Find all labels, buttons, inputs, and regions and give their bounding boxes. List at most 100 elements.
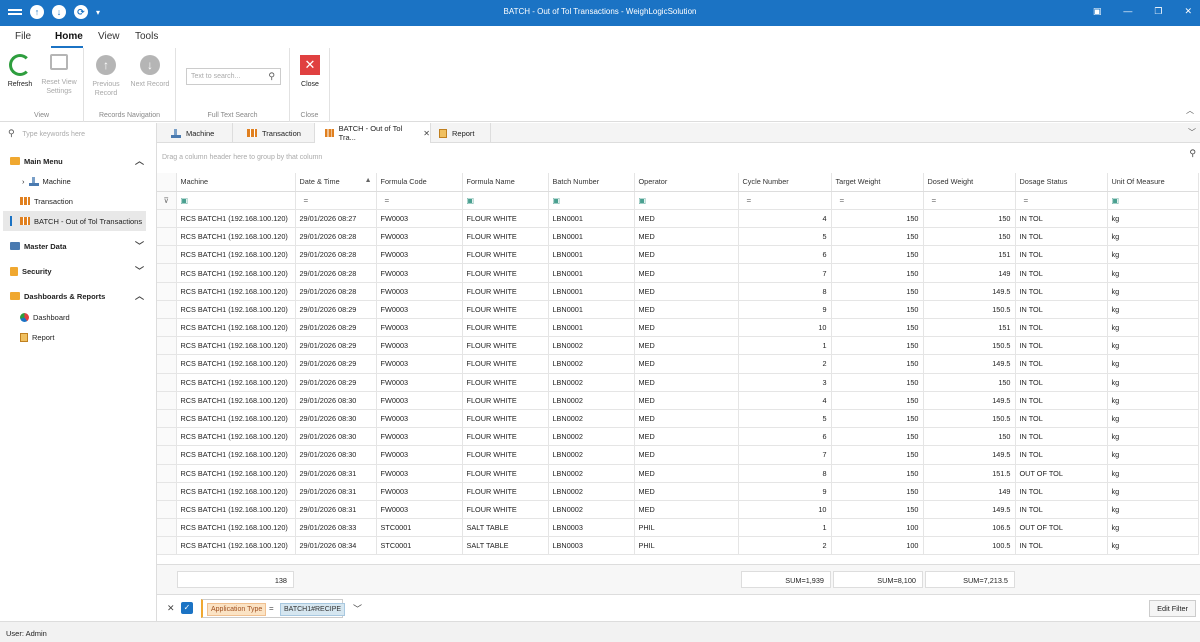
table-cell[interactable]: LBN0002 [548,354,635,374]
table-cell[interactable]: 4 [738,209,832,229]
table-cell[interactable]: RCS BATCH1 (192.168.100.120) [176,336,296,356]
table-cell[interactable]: kg [1107,209,1199,229]
table-cell[interactable]: kg [1107,427,1199,447]
refresh-button[interactable]: Refresh [3,54,37,89]
table-cell[interactable]: MED [634,227,739,247]
table-cell[interactable]: RCS BATCH1 (192.168.100.120) [176,300,296,320]
table-cell[interactable]: IN TOL [1015,209,1108,229]
table-cell[interactable]: OUT OF TOL [1015,518,1108,538]
table-cell[interactable]: FLOUR WHITE [462,282,549,301]
table-cell[interactable]: RCS BATCH1 (192.168.100.120) [176,482,296,501]
table-cell[interactable]: 149.5 [923,354,1016,374]
row-indicator[interactable] [157,500,177,520]
table-cell[interactable]: FLOUR WHITE [462,227,549,247]
row-indicator[interactable] [157,536,177,556]
table-cell[interactable]: LBN0002 [548,373,635,392]
table-cell[interactable]: MED [634,409,739,429]
table-cell[interactable]: FW0003 [376,318,463,338]
column-header[interactable]: Operator [634,173,739,192]
table-cell[interactable]: OUT OF TOL [1015,464,1108,483]
table-cell[interactable]: IN TOL [1015,536,1108,556]
table-cell[interactable]: RCS BATCH1 (192.168.100.120) [176,391,296,410]
row-indicator[interactable] [157,282,177,301]
filter-cell[interactable]: ▣ [634,191,739,210]
table-row[interactable]: RCS BATCH1 (192.168.100.120) 29/01/2026 0… [157,354,1199,374]
table-cell[interactable]: kg [1107,227,1199,247]
table-cell[interactable]: LBN0001 [548,209,635,229]
table-cell[interactable]: RCS BATCH1 (192.168.100.120) [176,282,296,301]
group-by-panel[interactable]: Drag a column header here to group by th… [157,143,1200,173]
filter-cell[interactable]: = [295,191,377,210]
table-cell[interactable]: 150 [831,227,924,247]
table-cell[interactable]: FW0003 [376,482,463,501]
table-cell[interactable]: IN TOL [1015,409,1108,429]
table-cell[interactable]: 29/01/2026 08:30 [295,427,377,447]
table-cell[interactable]: RCS BATCH1 (192.168.100.120) [176,427,296,447]
table-cell[interactable]: IN TOL [1015,427,1108,447]
table-cell[interactable]: MED [634,482,739,501]
filter-history-dropdown-icon[interactable]: ﹀ [353,602,362,615]
table-cell[interactable]: 7 [738,263,832,283]
table-cell[interactable]: 150 [831,300,924,320]
table-cell[interactable]: MED [634,500,739,520]
table-cell[interactable]: FW0003 [376,282,463,301]
table-cell[interactable]: 29/01/2026 08:29 [295,300,377,320]
table-cell[interactable]: FLOUR WHITE [462,464,549,483]
table-cell[interactable]: FLOUR WHITE [462,300,549,320]
table-cell[interactable]: 8 [738,464,832,483]
sidebar-item-transaction[interactable]: Transaction [20,194,73,208]
table-cell[interactable]: kg [1107,300,1199,320]
table-cell[interactable]: MED [634,427,739,447]
table-cell[interactable]: 29/01/2026 08:28 [295,282,377,301]
column-header[interactable]: Dosed Weight [923,173,1016,192]
next-record-button[interactable]: ↓ Next Record [128,54,172,89]
column-header[interactable]: Machine [176,173,296,192]
table-cell[interactable]: FLOUR WHITE [462,445,549,465]
column-header[interactable]: Formula Name [462,173,549,192]
table-cell[interactable]: kg [1107,464,1199,483]
table-cell[interactable]: MED [634,263,739,283]
table-cell[interactable]: FW0003 [376,245,463,265]
table-row[interactable]: RCS BATCH1 (192.168.100.120) 29/01/2026 0… [157,500,1199,520]
table-cell[interactable]: 9 [738,300,832,320]
row-indicator[interactable] [157,464,177,483]
table-row[interactable]: RCS BATCH1 (192.168.100.120) 29/01/2026 0… [157,391,1199,410]
table-cell[interactable]: 1 [738,336,832,356]
table-cell[interactable]: MED [634,209,739,229]
tab-tools[interactable]: Tools [135,31,158,42]
table-cell[interactable]: 6 [738,427,832,447]
table-cell[interactable]: 29/01/2026 08:28 [295,227,377,247]
row-indicator[interactable] [157,518,177,538]
table-cell[interactable]: LBN0002 [548,336,635,356]
table-cell[interactable]: IN TOL [1015,354,1108,374]
table-row[interactable]: RCS BATCH1 (192.168.100.120) 29/01/2026 0… [157,300,1199,320]
table-cell[interactable]: 150 [831,318,924,338]
table-cell[interactable]: 29/01/2026 08:29 [295,373,377,392]
table-cell[interactable]: IN TOL [1015,282,1108,301]
table-cell[interactable]: 10 [738,500,832,520]
table-cell[interactable]: 8 [738,282,832,301]
table-cell[interactable]: RCS BATCH1 (192.168.100.120) [176,445,296,465]
filter-cell[interactable]: = [923,191,1016,210]
doc-tab-transaction[interactable]: Transaction [233,123,315,143]
row-indicator[interactable] [157,445,177,465]
table-cell[interactable]: IN TOL [1015,500,1108,520]
minimize-icon[interactable]: — [1123,6,1132,17]
table-cell[interactable]: RCS BATCH1 (192.168.100.120) [176,245,296,265]
close-tab-icon[interactable]: ✕ [423,129,430,138]
table-cell[interactable]: IN TOL [1015,373,1108,392]
table-cell[interactable]: LBN0003 [548,536,635,556]
table-cell[interactable]: LBN0001 [548,245,635,265]
row-indicator[interactable] [157,427,177,447]
table-row[interactable]: RCS BATCH1 (192.168.100.120) 29/01/2026 0… [157,373,1199,392]
table-cell[interactable]: RCS BATCH1 (192.168.100.120) [176,536,296,556]
table-cell[interactable]: 149.5 [923,445,1016,465]
table-cell[interactable]: 29/01/2026 08:29 [295,318,377,338]
row-indicator[interactable] [157,373,177,392]
table-cell[interactable]: FW0003 [376,373,463,392]
table-row[interactable]: RCS BATCH1 (192.168.100.120) 29/01/2026 0… [157,409,1199,429]
table-row[interactable]: RCS BATCH1 (192.168.100.120) 29/01/2026 0… [157,336,1199,356]
close-window-icon[interactable]: ✕ [1184,6,1192,17]
table-cell[interactable]: MED [634,354,739,374]
table-cell[interactable]: 3 [738,373,832,392]
